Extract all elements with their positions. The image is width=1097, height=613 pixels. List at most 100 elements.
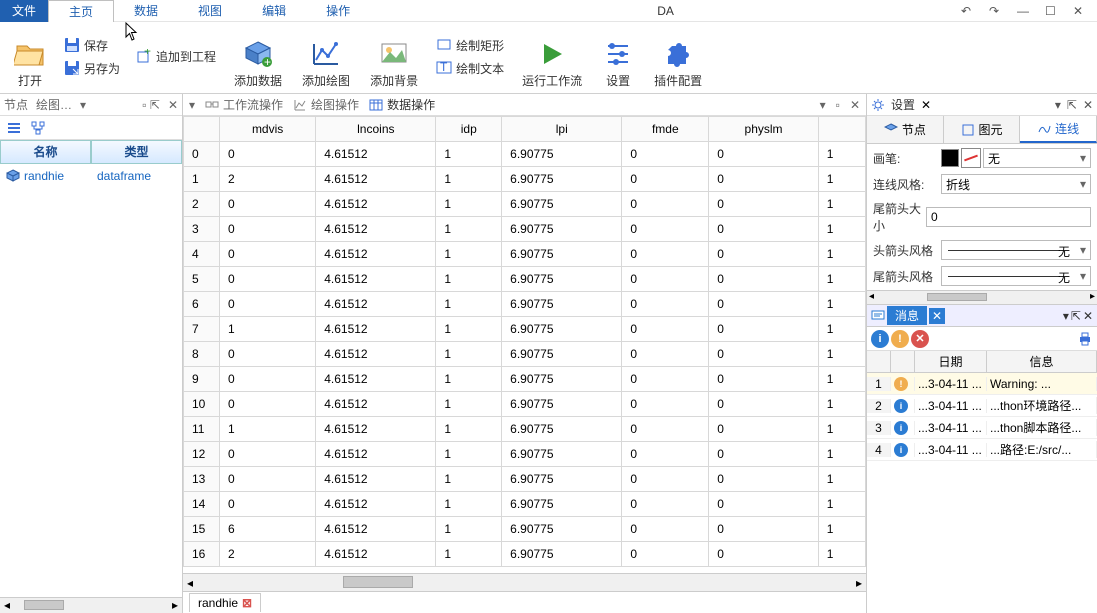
grid-cell[interactable]: 0 xyxy=(220,467,316,492)
grid-cell[interactable]: 0 xyxy=(709,267,819,292)
grid-cell[interactable]: 1 xyxy=(436,342,502,367)
chevron-down-icon[interactable]: ▾ xyxy=(1063,309,1069,323)
grid-cell[interactable]: 0 xyxy=(709,342,819,367)
data-grid[interactable]: mdvislncoinsidplpifmdephyslm004.6151216.… xyxy=(183,116,866,573)
no-color-icon[interactable] xyxy=(961,148,981,168)
grid-cell[interactable]: 5 xyxy=(184,267,220,292)
close-icon[interactable]: ✕ xyxy=(1073,4,1087,18)
grid-cell[interactable]: 1 xyxy=(818,317,865,342)
grid-cell[interactable]: 4.61512 xyxy=(316,442,436,467)
printer-icon[interactable] xyxy=(1077,331,1093,347)
grid-cell[interactable]: 0 xyxy=(220,492,316,517)
info-filter-icon[interactable]: i xyxy=(871,330,889,348)
table-row[interactable]: 604.6151216.90775001 xyxy=(184,292,866,317)
menu-file[interactable]: 文件 xyxy=(0,0,48,22)
add-bg-button[interactable]: 添加背景 xyxy=(370,24,418,89)
draw-rect-button[interactable]: 绘制矩形 xyxy=(432,35,508,56)
grid-cell[interactable]: 4.61512 xyxy=(316,492,436,517)
close-tab-icon[interactable]: ⊠ xyxy=(242,596,252,610)
grid-cell[interactable]: 6.90775 xyxy=(502,317,622,342)
pin-icon[interactable]: ⇱ xyxy=(1067,98,1077,112)
grid-cell[interactable]: 0 xyxy=(220,242,316,267)
grid-cell[interactable]: 1 xyxy=(818,367,865,392)
redo-icon[interactable]: ↷ xyxy=(989,4,1003,18)
grid-cell[interactable]: 6.90775 xyxy=(502,517,622,542)
grid-cell[interactable]: 6.90775 xyxy=(502,292,622,317)
restore-icon[interactable]: ▫ xyxy=(836,98,840,112)
grid-cell[interactable]: 0 xyxy=(622,142,709,167)
grid-cell[interactable]: 7 xyxy=(184,317,220,342)
left-hscrollbar[interactable]: ◂▸ xyxy=(0,597,182,613)
grid-cell[interactable]: 1 xyxy=(436,492,502,517)
grid-cell[interactable]: 0 xyxy=(622,292,709,317)
open-button[interactable]: 打开 xyxy=(14,24,46,89)
tab-prim[interactable]: 图元 xyxy=(944,116,1021,143)
grid-cell[interactable]: 1 xyxy=(818,142,865,167)
minimize-icon[interactable]: — xyxy=(1017,4,1031,18)
grid-cell[interactable]: 0 xyxy=(709,417,819,442)
draw-text-button[interactable]: T绘制文本 xyxy=(432,58,508,79)
color-swatch[interactable] xyxy=(941,149,959,167)
tab-line[interactable]: 连线 xyxy=(1020,116,1097,143)
grid-cell[interactable]: 1 xyxy=(220,317,316,342)
grid-cell[interactable]: 6.90775 xyxy=(502,142,622,167)
grid-cell[interactable]: 1 xyxy=(436,217,502,242)
grid-cell[interactable]: 0 xyxy=(220,392,316,417)
grid-cell[interactable]: 1 xyxy=(436,142,502,167)
grid-cell[interactable]: 0 xyxy=(220,192,316,217)
left-hdr-node[interactable]: 节点 xyxy=(4,96,28,113)
grid-cell[interactable]: 0 xyxy=(622,217,709,242)
grid-cell[interactable]: 1 xyxy=(436,317,502,342)
grid-cell[interactable]: 0 xyxy=(220,342,316,367)
grid-cell[interactable]: 2 xyxy=(220,167,316,192)
grid-cell[interactable]: 0 xyxy=(622,417,709,442)
data-ops-button[interactable]: 数据操作 xyxy=(369,96,435,113)
close-icon[interactable]: ✕ xyxy=(1083,98,1093,112)
grid-cell[interactable]: 0 xyxy=(622,542,709,567)
grid-cell[interactable]: 1 xyxy=(818,542,865,567)
grid-cell[interactable]: 1 xyxy=(818,467,865,492)
grid-cell[interactable]: 0 xyxy=(709,292,819,317)
grid-cell[interactable]: 1 xyxy=(436,417,502,442)
grid-cell[interactable]: 13 xyxy=(184,467,220,492)
grid-cell[interactable]: 1 xyxy=(818,392,865,417)
table-row[interactable]: 804.6151216.90775001 xyxy=(184,342,866,367)
grid-cell[interactable]: 6.90775 xyxy=(502,442,622,467)
grid-cell[interactable]: 1 xyxy=(818,167,865,192)
grid-cell[interactable]: 14 xyxy=(184,492,220,517)
grid-cell[interactable]: 1 xyxy=(436,192,502,217)
grid-cell[interactable]: 0 xyxy=(622,267,709,292)
chevron-down-icon[interactable]: ▾ xyxy=(189,98,195,112)
grid-cell[interactable]: 2 xyxy=(184,192,220,217)
grid-cell[interactable]: 0 xyxy=(709,142,819,167)
grid-cell[interactable]: 4.61512 xyxy=(316,392,436,417)
grid-col-header[interactable]: mdvis xyxy=(220,117,316,142)
grid-cell[interactable]: 1 xyxy=(818,417,865,442)
grid-cell[interactable]: 1 xyxy=(184,167,220,192)
grid-cell[interactable]: 1 xyxy=(436,467,502,492)
grid-cell[interactable]: 10 xyxy=(184,392,220,417)
run-flow-button[interactable]: 运行工作流 xyxy=(522,24,582,89)
grid-cell[interactable]: 6.90775 xyxy=(502,392,622,417)
table-row[interactable]: 1564.6151216.90775001 xyxy=(184,517,866,542)
menu-ops[interactable]: 操作 xyxy=(306,0,370,22)
grid-cell[interactable]: 6.90775 xyxy=(502,217,622,242)
grid-cell[interactable]: 1 xyxy=(436,167,502,192)
table-row[interactable]: 1004.6151216.90775001 xyxy=(184,392,866,417)
grid-cell[interactable]: 9 xyxy=(184,367,220,392)
grid-cell[interactable]: 4.61512 xyxy=(316,367,436,392)
col-name[interactable]: 名称 xyxy=(0,140,91,164)
grid-cell[interactable]: 0 xyxy=(220,442,316,467)
menu-data[interactable]: 数据 xyxy=(114,0,178,22)
grid-cell[interactable]: 6.90775 xyxy=(502,167,622,192)
warn-filter-icon[interactable]: ! xyxy=(891,330,909,348)
grid-cell[interactable]: 16 xyxy=(184,542,220,567)
grid-cell[interactable]: 1 xyxy=(436,267,502,292)
save-button[interactable]: 保存 xyxy=(60,35,124,56)
grid-cell[interactable]: 0 xyxy=(709,317,819,342)
grid-col-header[interactable]: idp xyxy=(436,117,502,142)
grid-cell[interactable]: 1 xyxy=(818,192,865,217)
grid-col-header[interactable]: physlm xyxy=(709,117,819,142)
grid-cell[interactable]: 0 xyxy=(220,267,316,292)
table-row[interactable]: 1114.6151216.90775001 xyxy=(184,417,866,442)
